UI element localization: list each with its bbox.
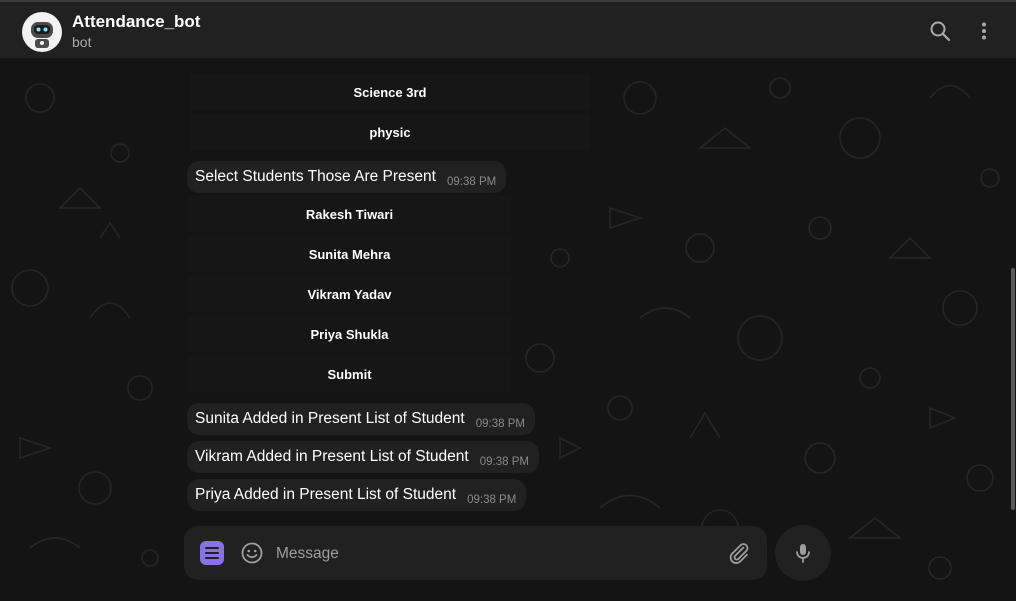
message-bubble: Vikram Added in Present List of Student … [187,441,539,473]
keyboard-button-label: physic [369,124,411,140]
search-icon[interactable] [928,19,952,43]
chat-title: Attendance_bot [72,12,201,31]
student-button-sunita[interactable]: Sunita Mehra [188,236,511,272]
microphone-icon [796,544,810,563]
keyboard-button[interactable]: physic [190,114,590,150]
student-button-priya[interactable]: Priya Shukla [188,316,511,352]
student-button-rakesh[interactable]: Rakesh Tiwari [188,196,511,232]
more-vertical-icon[interactable] [972,19,996,43]
message-time: 09:38 PM [446,176,497,188]
student-button-vikram[interactable]: Vikram Yadav [188,276,511,312]
message-bubble: Priya Added in Present List of Student 0… [187,479,527,511]
chat-scrollbar[interactable] [1011,268,1015,510]
menu-icon [205,547,219,559]
message-text: Sunita Added in Present List of Student [195,410,465,427]
avatar[interactable] [22,12,62,52]
message-text: Priya Added in Present List of Student [195,486,457,503]
emoji-icon[interactable] [240,541,264,565]
record-voice-button[interactable] [775,525,831,581]
keyboard-button-label: Priya Shukla [310,326,389,342]
keyboard-button-label: Submit [327,366,372,382]
keyboard-button-label: Science 3rd [353,84,427,100]
message-time: 09:38 PM [475,418,525,430]
keyboard-button-label: Vikram Yadav [307,286,392,302]
message-composer: Message [184,526,767,580]
bot-menu-button[interactable] [200,541,224,565]
message-input[interactable]: Message [276,545,339,563]
message-text: Vikram Added in Present List of Student [195,448,469,465]
message-text: Select Students Those Are Present [195,168,436,185]
keyboard-button[interactable]: Science 3rd [190,74,590,110]
message-time: 09:38 PM [479,456,529,468]
keyboard-button-label: Rakesh Tiwari [305,206,394,222]
robot-icon [31,22,53,48]
message-bubble: Sunita Added in Present List of Student … [187,403,535,435]
paperclip-icon[interactable] [727,541,751,565]
keyboard-button-label: Sunita Mehra [308,246,391,262]
submit-button[interactable]: Submit [188,356,511,392]
chat-header: Attendance_bot bot [0,0,1016,58]
message-time: 09:38 PM [467,494,517,506]
message-bubble: Select Students Those Are Present 09:38 … [187,161,507,193]
chat-subtitle: bot [72,34,92,50]
